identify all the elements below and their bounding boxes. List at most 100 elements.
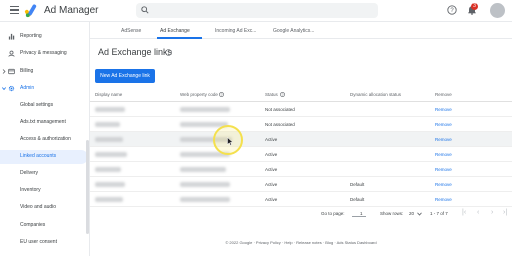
dynamic-allocation-cell: Default bbox=[350, 197, 365, 202]
sidebar-item-label: Delivery bbox=[20, 170, 39, 176]
sidebar: Reporting Privacy & messaging Billing Ad… bbox=[0, 22, 90, 256]
search-icon bbox=[141, 6, 149, 14]
remove-link[interactable]: Remove bbox=[435, 107, 452, 112]
sidebar-item-billing[interactable]: Billing bbox=[0, 65, 88, 79]
status-cell: Active bbox=[265, 167, 278, 172]
sidebar-item-companies[interactable]: Companies bbox=[0, 219, 88, 233]
page-number-value: 1 bbox=[360, 211, 363, 216]
status-cell: Active bbox=[265, 152, 278, 157]
table-row[interactable]: Active Default Remove bbox=[90, 192, 512, 207]
new-ad-exchange-link-button[interactable]: New Ad Exchange link bbox=[95, 69, 155, 83]
remove-link[interactable]: Remove bbox=[435, 182, 452, 187]
column-header-status: Status bbox=[265, 92, 278, 97]
sidebar-item-admin[interactable]: Admin bbox=[0, 82, 88, 96]
sidebar-item-access-authorization[interactable]: Access & authorization bbox=[0, 133, 88, 147]
billing-icon bbox=[8, 68, 15, 75]
table-row[interactable]: Active Remove bbox=[90, 147, 512, 162]
table-row[interactable]: Active Remove bbox=[90, 162, 512, 177]
remove-link[interactable]: Remove bbox=[435, 137, 452, 142]
tab-bar: AdSense Ad Exchange Incoming Ad Exc... G… bbox=[90, 25, 512, 39]
search-input[interactable] bbox=[136, 3, 378, 18]
column-header-web-property-code: Web property code bbox=[180, 92, 218, 97]
footer: © 2022 Google · Privacy Policy · Help · … bbox=[225, 240, 377, 245]
active-tab-indicator bbox=[157, 37, 202, 39]
sidebar-item-label: EU user consent bbox=[20, 239, 57, 245]
tab-ad-exchange[interactable]: Ad Exchange bbox=[160, 28, 190, 34]
status-cell: Active bbox=[265, 197, 278, 202]
sidebar-item-ads-txt[interactable]: Ads.txt management bbox=[0, 116, 88, 130]
top-bar: Ad Manager ? 3 bbox=[0, 0, 512, 22]
sidebar-item-global-settings[interactable]: Global settings bbox=[0, 99, 88, 113]
sidebar-item-privacy-messaging[interactable]: Privacy & messaging bbox=[0, 47, 88, 61]
svg-text:?: ? bbox=[221, 93, 223, 97]
help-icon[interactable]: ? bbox=[165, 49, 172, 56]
remove-link[interactable]: Remove bbox=[435, 152, 452, 157]
remove-link[interactable]: Remove bbox=[435, 197, 452, 202]
redacted-display-name bbox=[95, 197, 123, 202]
column-header-remove: Remove bbox=[435, 92, 452, 97]
sidebar-item-label: Reporting bbox=[20, 33, 42, 39]
tab-incoming-ad-exchange[interactable]: Incoming Ad Exc... bbox=[215, 28, 256, 34]
help-icon[interactable]: ? bbox=[447, 5, 457, 15]
sidebar-item-label: Ads.txt management bbox=[20, 119, 66, 125]
bar-chart-icon bbox=[8, 33, 15, 40]
redacted-display-name bbox=[95, 167, 121, 172]
redacted-display-name bbox=[95, 152, 127, 157]
sidebar-item-inventory[interactable]: Inventory bbox=[0, 184, 88, 198]
page-number-input[interactable]: 1 bbox=[352, 208, 366, 217]
rows-per-page-select[interactable]: 20 bbox=[409, 211, 414, 216]
remove-link[interactable]: Remove bbox=[435, 122, 452, 127]
redacted-web-property-code bbox=[180, 167, 226, 172]
sidebar-item-reporting[interactable]: Reporting bbox=[0, 30, 88, 44]
previous-page-button[interactable]: ‹ bbox=[477, 209, 479, 216]
help-icon[interactable]: ? bbox=[280, 92, 285, 97]
chevron-down-icon bbox=[417, 212, 422, 216]
tab-google-analytics[interactable]: Google Analytics... bbox=[273, 28, 314, 34]
column-header-display-name: Display name bbox=[95, 92, 123, 97]
remove-link[interactable]: Remove bbox=[435, 167, 452, 172]
sidebar-item-delivery[interactable]: Delivery bbox=[0, 167, 88, 181]
app-title: Ad Manager bbox=[44, 5, 99, 16]
svg-text:?: ? bbox=[282, 93, 284, 97]
avatar[interactable] bbox=[490, 3, 505, 18]
redacted-display-name bbox=[95, 107, 125, 112]
status-cell: Active bbox=[265, 182, 278, 187]
first-page-button[interactable]: |‹ bbox=[462, 209, 466, 216]
sidebar-item-label: Global settings bbox=[20, 102, 54, 108]
sidebar-item-label: Access & authorization bbox=[20, 136, 71, 142]
column-header-dynamic-allocation-status: Dynamic allocation status bbox=[350, 92, 402, 97]
sidebar-item-label: Video and audio bbox=[20, 204, 57, 210]
next-page-button[interactable]: › bbox=[491, 209, 493, 216]
status-cell: Not associated bbox=[265, 122, 295, 127]
sidebar-scrollbar[interactable] bbox=[86, 140, 89, 234]
privacy-icon bbox=[8, 50, 15, 57]
table-row[interactable]: Not associated Remove bbox=[90, 102, 512, 117]
show-rows-label: Show rows: bbox=[380, 211, 404, 216]
sidebar-item-linked-accounts[interactable]: Linked accounts bbox=[0, 150, 88, 164]
last-page-button[interactable]: ›| bbox=[503, 209, 507, 216]
sidebar-item-video-audio[interactable]: Video and audio bbox=[0, 201, 88, 215]
sidebar-item-label: Billing bbox=[20, 68, 34, 74]
notification-badge: 3 bbox=[471, 3, 478, 10]
help-icon[interactable]: ? bbox=[219, 92, 224, 97]
page-title: Ad Exchange links bbox=[98, 47, 173, 57]
redacted-web-property-code bbox=[180, 107, 230, 112]
sidebar-item-eu-user-consent[interactable]: EU user consent bbox=[0, 236, 88, 250]
chevron-right-icon bbox=[2, 69, 6, 74]
table-row[interactable]: Not associated Remove bbox=[90, 117, 512, 132]
sidebar-item-label: Linked accounts bbox=[20, 153, 57, 159]
status-cell: Not associated bbox=[265, 107, 295, 112]
redacted-web-property-code bbox=[180, 182, 230, 187]
sidebar-item-label: Companies bbox=[20, 222, 46, 228]
gear-icon bbox=[8, 85, 15, 92]
page-range: 1 - 7 of 7 bbox=[430, 211, 448, 216]
tab-adsense[interactable]: AdSense bbox=[121, 28, 141, 34]
status-cell: Active bbox=[265, 137, 278, 142]
redacted-web-property-code bbox=[180, 197, 230, 202]
table-row[interactable]: Active Remove bbox=[90, 132, 512, 147]
table-row[interactable]: Active Default Remove bbox=[90, 177, 512, 192]
sidebar-item-label: Privacy & messaging bbox=[20, 50, 67, 56]
menu-icon[interactable] bbox=[10, 6, 19, 14]
dynamic-allocation-cell: Default bbox=[350, 182, 365, 187]
sidebar-item-label: Inventory bbox=[20, 187, 41, 193]
